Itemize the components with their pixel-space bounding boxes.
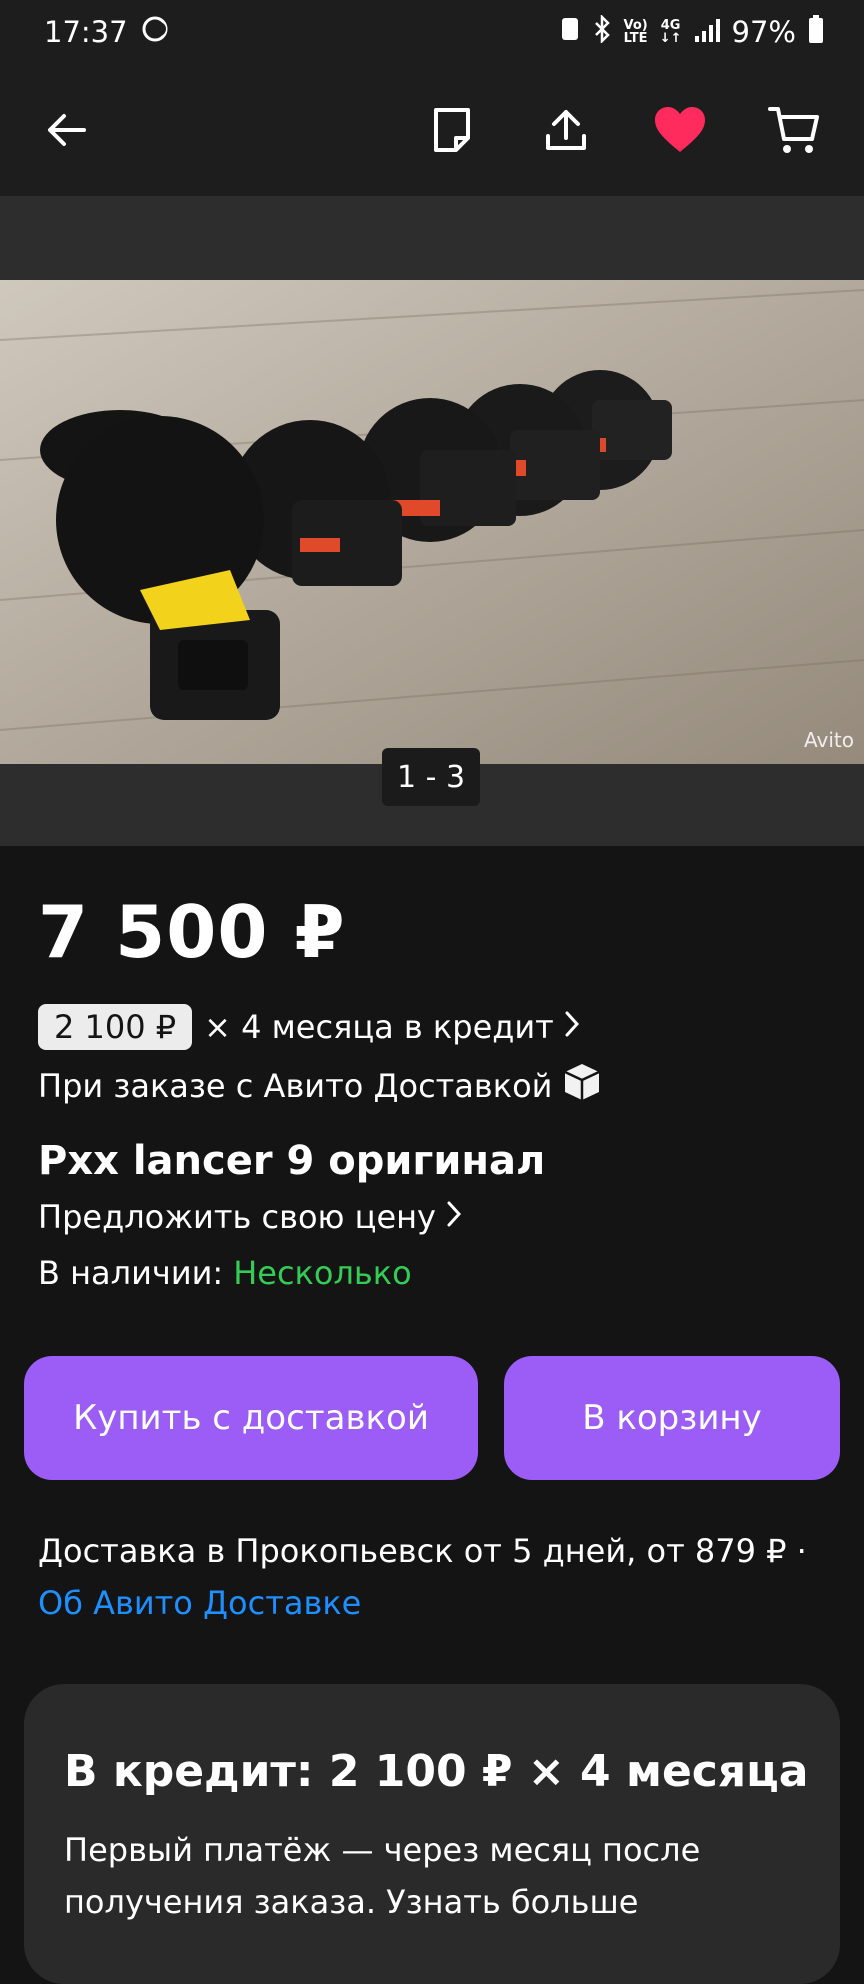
offer-price-link[interactable]: Предложить свою цену bbox=[38, 1198, 462, 1236]
delivery-info: Доставка в Прокопьевск от 5 дней, от 879… bbox=[38, 1532, 807, 1570]
chevron-right-icon bbox=[564, 1008, 580, 1046]
credit-card-title: В кредит: 2 100 ₽ × 4 месяца bbox=[64, 1746, 809, 1797]
stock-status: В наличии: Несколько bbox=[38, 1254, 412, 1292]
about-delivery-link[interactable]: Об Авито Доставке bbox=[38, 1584, 361, 1622]
gallery-top-band bbox=[0, 196, 864, 280]
credit-terms: × 4 месяца в кредит bbox=[204, 1008, 554, 1046]
network-indicator: 4G ↓↑ bbox=[659, 18, 682, 46]
battery-icon bbox=[808, 14, 824, 50]
credit-card-text: Первый платёж — через месяц после получе… bbox=[64, 1831, 701, 1921]
avito-watermark: Avito bbox=[804, 728, 854, 752]
signal-icon bbox=[694, 15, 720, 49]
credit-offer[interactable]: 2 100 ₽ × 4 месяца в кредит bbox=[38, 1004, 580, 1050]
product-title: Pxx lancer 9 оригинал bbox=[38, 1138, 546, 1184]
cart-icon[interactable] bbox=[766, 102, 822, 158]
back-icon[interactable] bbox=[38, 102, 94, 158]
status-time: 17:37 bbox=[44, 15, 128, 49]
status-right: Vo) LTE 4G ↓↑ 97% bbox=[560, 13, 825, 50]
box-icon bbox=[562, 1062, 602, 1110]
delivery-note-text: При заказе с Авито Доставкой bbox=[38, 1067, 553, 1105]
battery-saver-icon bbox=[560, 15, 580, 49]
chevron-right-icon bbox=[446, 1198, 462, 1236]
bluetooth-icon bbox=[592, 13, 612, 50]
add-to-cart-button[interactable]: В корзину bbox=[504, 1356, 840, 1480]
in-stock-label: В наличии: bbox=[38, 1254, 224, 1292]
battery-level: 97% bbox=[731, 15, 796, 49]
price: 7 500 ₽ bbox=[38, 890, 346, 974]
favorite-heart-icon[interactable] bbox=[652, 102, 708, 158]
app-bar bbox=[0, 64, 864, 196]
credit-amount-badge: 2 100 ₽ bbox=[38, 1004, 193, 1050]
delivery-note: При заказе с Авито Доставкой bbox=[38, 1062, 602, 1110]
buy-with-delivery-button[interactable]: Купить с доставкой bbox=[24, 1356, 478, 1480]
volte-indicator: Vo) LTE bbox=[623, 18, 648, 46]
product-photo[interactable] bbox=[0, 280, 864, 764]
in-stock-value: Несколько bbox=[233, 1254, 412, 1292]
sync-icon bbox=[140, 14, 170, 51]
credit-card[interactable]: В кредит: 2 100 ₽ × 4 месяца Первый плат… bbox=[24, 1684, 840, 1984]
gallery-counter: 1 - 3 bbox=[382, 748, 480, 806]
status-left: 17:37 bbox=[44, 14, 170, 51]
share-icon[interactable] bbox=[538, 102, 594, 158]
status-bar: 17:37 Vo) LTE 4G ↓↑ 97% bbox=[0, 0, 864, 64]
offer-price-label: Предложить свою цену bbox=[38, 1198, 436, 1236]
note-icon[interactable] bbox=[424, 102, 480, 158]
